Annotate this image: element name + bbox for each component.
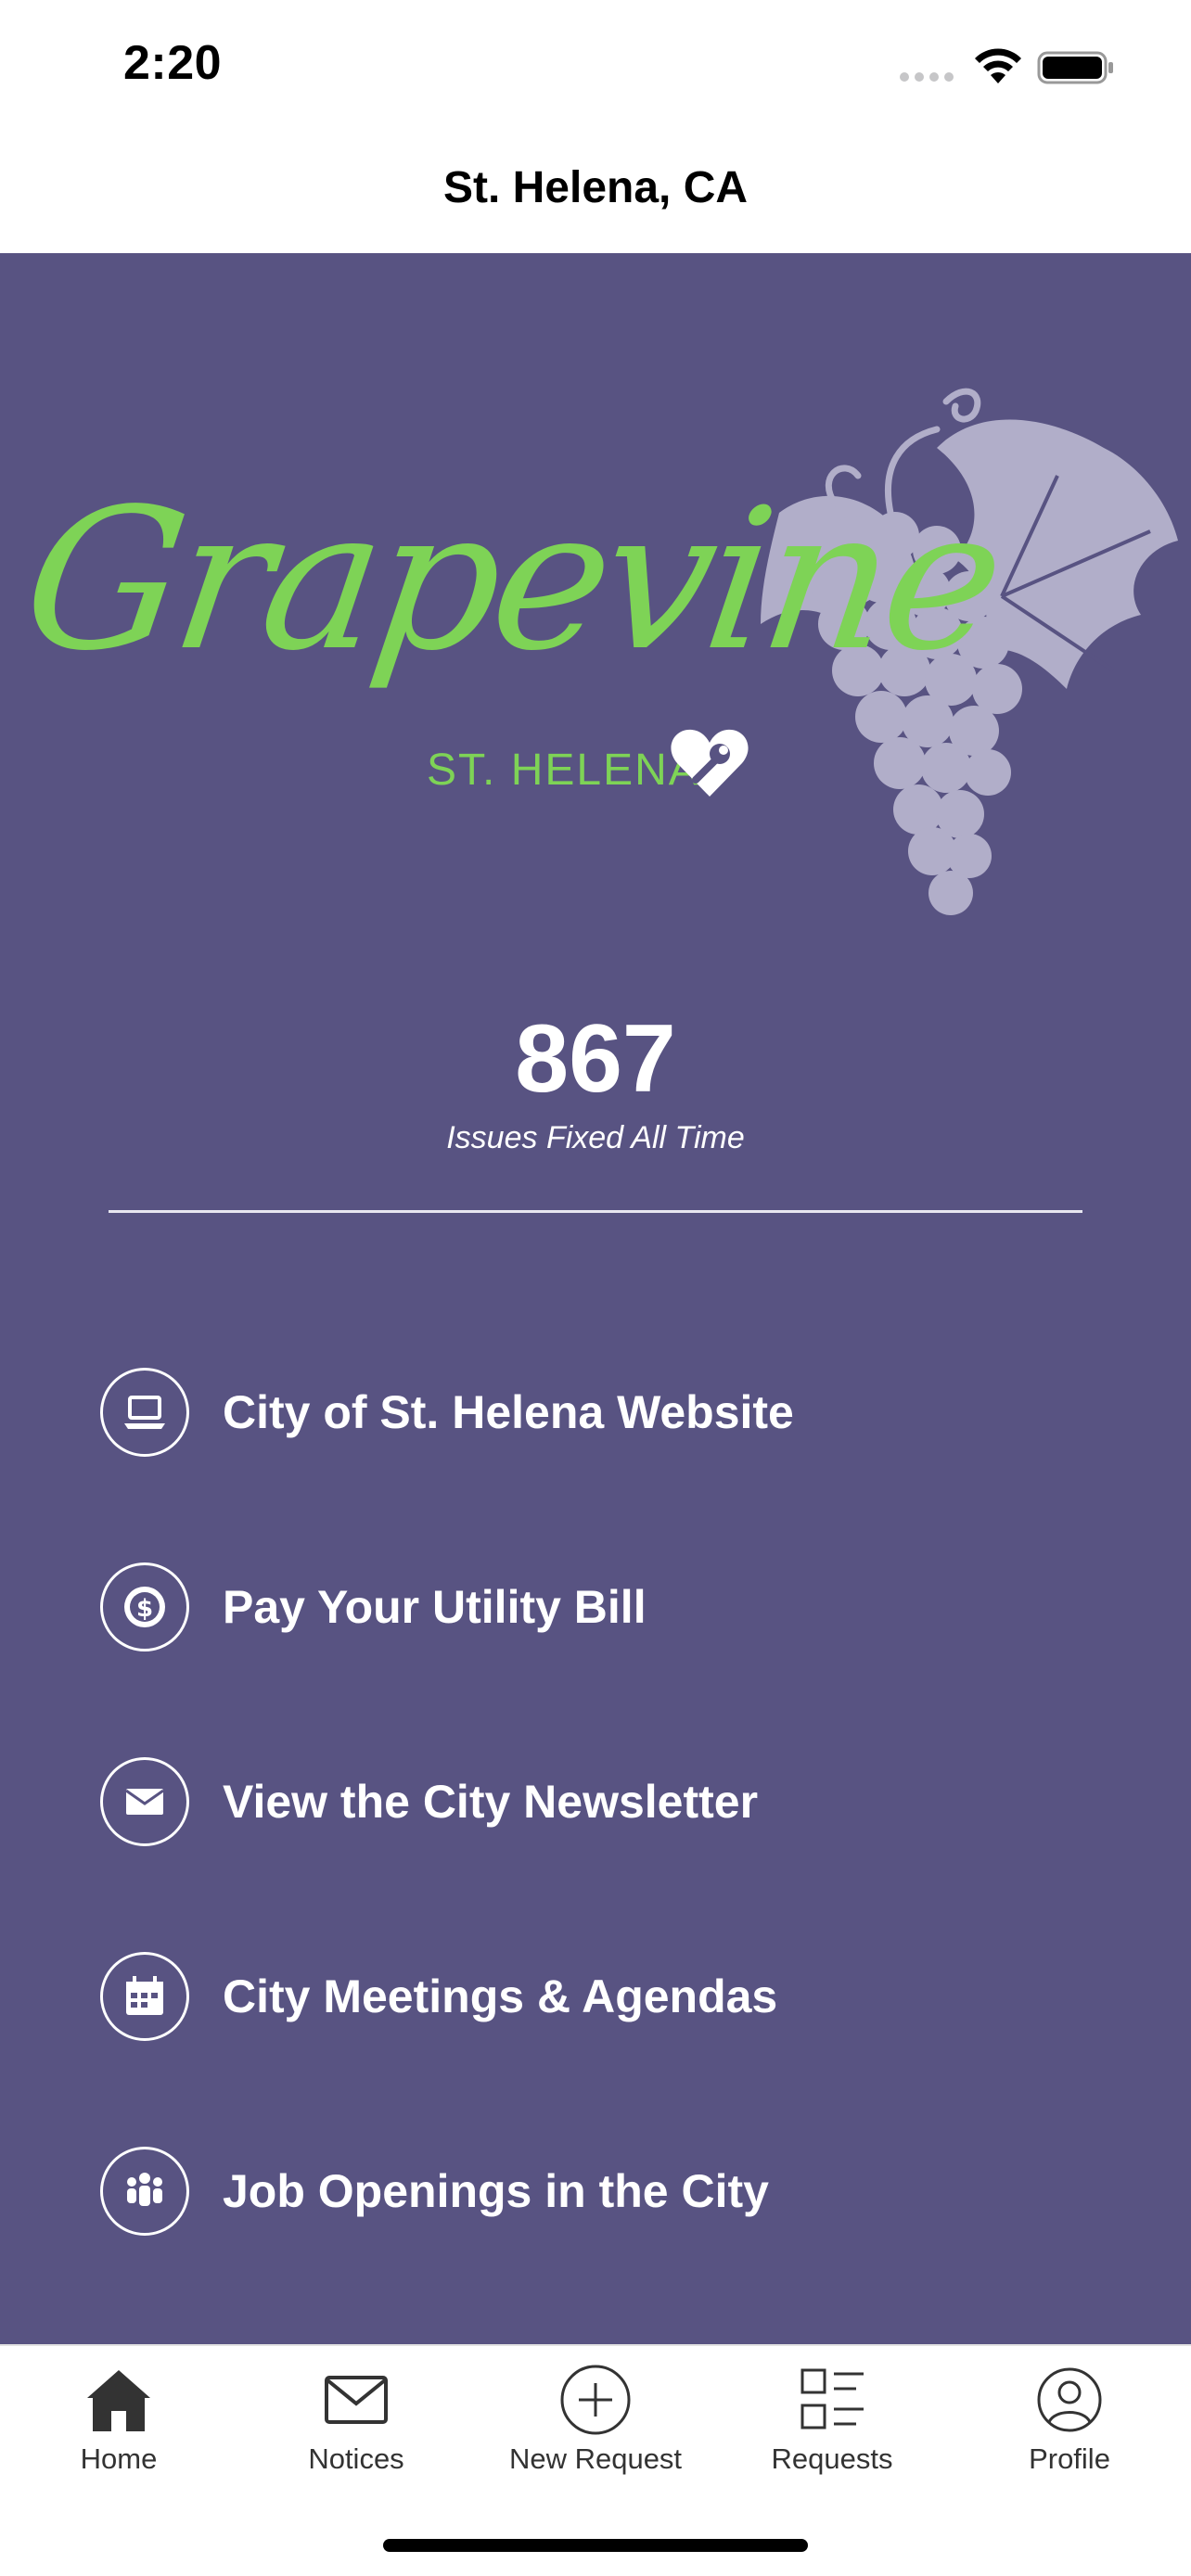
link-label: City of St. Helena Website <box>223 1386 794 1438</box>
tab-label: Home <box>80 2442 158 2475</box>
link-label: City Meetings & Agendas <box>223 1970 778 2022</box>
city-website-link[interactable]: City of St. Helena Website <box>100 1366 1121 1459</box>
tab-new-request[interactable]: New Request <box>503 2363 688 2476</box>
dollar-icon: $ <box>100 1562 189 1651</box>
link-label: Pay Your Utility Bill <box>223 1581 647 1633</box>
envelope-icon <box>100 1757 189 1846</box>
list-icon <box>795 2363 869 2437</box>
issues-fixed-count: 867 <box>515 1005 676 1113</box>
logo-script-text: Grapevine <box>11 466 1012 694</box>
laptop-icon <box>100 1368 189 1457</box>
issues-fixed-label: Issues Fixed All Time <box>446 1120 745 1155</box>
home-icon <box>82 2363 156 2437</box>
heart-wrench-icon <box>671 729 749 797</box>
meetings-agendas-link[interactable]: City Meetings & Agendas <box>100 1950 1121 2043</box>
tab-requests[interactable]: Requests <box>739 2363 925 2476</box>
tab-home[interactable]: Home <box>26 2363 211 2476</box>
home-indicator[interactable] <box>383 2539 808 2552</box>
wifi-icon <box>975 48 1021 83</box>
tab-label: Profile <box>1029 2442 1110 2475</box>
divider <box>109 1210 1082 1213</box>
job-openings-link[interactable]: Job Openings in the City <box>100 2145 1121 2238</box>
profile-icon <box>1032 2363 1107 2437</box>
logo-sub-text: ST. HELENA <box>427 746 700 795</box>
home-content: Grapevine ST. HELENA 867 Issues Fixed Al… <box>0 253 1191 2344</box>
plus-circle-icon <box>558 2363 633 2437</box>
status-bar: 2:20 <box>0 0 1191 139</box>
link-label: View the City Newsletter <box>223 1776 759 1828</box>
utility-bill-link[interactable]: $ Pay Your Utility Bill <box>100 1561 1121 1653</box>
tab-notices[interactable]: Notices <box>263 2363 449 2476</box>
tab-profile[interactable]: Profile <box>977 2363 1162 2476</box>
link-label: Job Openings in the City <box>223 2165 769 2217</box>
grapevine-logo: Grapevine ST. HELENA <box>0 309 1191 939</box>
calendar-icon <box>100 1952 189 2041</box>
mail-icon <box>319 2363 393 2437</box>
newsletter-link[interactable]: View the City Newsletter <box>100 1755 1121 1848</box>
tab-label: Requests <box>771 2442 893 2475</box>
battery-icon <box>1037 51 1113 84</box>
svg-text:$: $ <box>136 1595 153 1623</box>
page-title: St. Helena, CA <box>442 162 749 212</box>
signal-icon <box>900 72 954 82</box>
nav-header: St. Helena, CA <box>0 139 1191 254</box>
people-icon <box>100 2147 189 2236</box>
tab-label: Notices <box>308 2442 404 2475</box>
status-time: 2:20 <box>123 36 223 90</box>
tab-label: New Request <box>508 2442 683 2475</box>
